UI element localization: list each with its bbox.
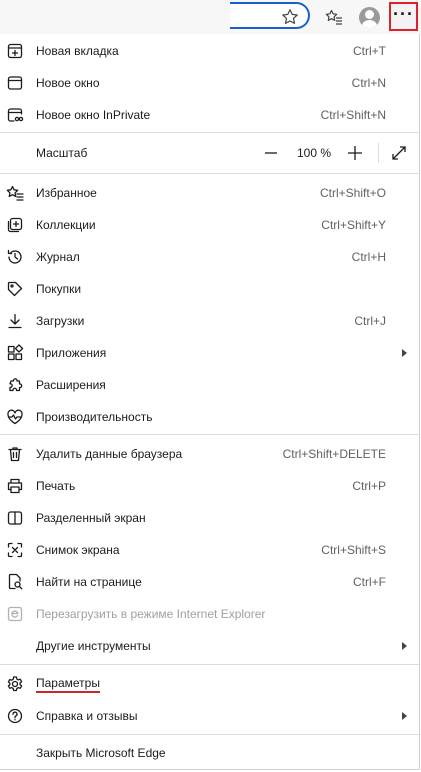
menu-item-label: Перезагрузить в режиме Internet Explorer [36, 607, 266, 621]
gear-icon [6, 675, 24, 693]
zoom-divider [378, 143, 379, 163]
menu-item-clear-browsing-data[interactable]: Удалить данные браузера Ctrl+Shift+DELET… [0, 438, 419, 470]
menu-item-shopping[interactable]: Покупки [0, 273, 419, 305]
settings-menu: Новая вкладка Ctrl+T Новое окно Ctrl+N Н… [0, 34, 420, 770]
shopping-tag-icon [6, 280, 24, 298]
download-icon [6, 312, 24, 330]
menu-item-label: Производительность [36, 410, 153, 424]
find-icon [6, 573, 24, 591]
apps-icon [6, 344, 24, 362]
menu-item-new-inprivate-window[interactable]: Новое окно InPrivate Ctrl+Shift+N [0, 99, 419, 131]
favorites-bar-icon[interactable] [320, 3, 348, 31]
trash-icon [6, 445, 24, 463]
menu-item-label: Приложения [36, 346, 107, 360]
menu-item-extensions[interactable]: Расширения [0, 369, 419, 401]
menu-item-apps[interactable]: Приложения [0, 337, 419, 369]
menu-item-shortcut: Ctrl+Shift+S [321, 543, 386, 557]
split-screen-icon [6, 509, 24, 527]
extensions-icon [6, 376, 24, 394]
menu-item-label: Найти на странице [36, 575, 142, 589]
menu-item-downloads[interactable]: Загрузки Ctrl+J [0, 305, 419, 337]
menu-item-zoom: Масштаб 100 % [0, 137, 419, 169]
settings-and-more-button[interactable]: ··· [389, 2, 418, 31]
menu-item-shortcut: Ctrl+Shift+O [319, 186, 386, 200]
profile-avatar[interactable] [355, 3, 383, 31]
menu-item-favorites[interactable]: Избранное Ctrl+Shift+O [0, 177, 419, 209]
ie-mode-icon [6, 605, 24, 623]
menu-item-shortcut: Ctrl+N [351, 76, 386, 90]
zoom-level: 100 % [297, 146, 332, 160]
help-icon [6, 707, 24, 725]
menu-item-history[interactable]: Журнал Ctrl+H [0, 241, 419, 273]
avatar-icon [358, 6, 380, 28]
menu-item-shortcut: Ctrl+Shift+Y [321, 218, 386, 232]
menu-item-label: Справка и отзывы [36, 709, 138, 723]
history-icon [6, 248, 24, 266]
menu-separator [0, 132, 419, 133]
zoom-in-button[interactable] [346, 144, 364, 162]
menu-item-label: Избранное [36, 186, 97, 200]
menu-item-label: Печать [36, 479, 76, 493]
menu-item-new-tab[interactable]: Новая вкладка Ctrl+T [0, 35, 419, 67]
menu-item-label: Новая вкладка [36, 44, 119, 58]
menu-item-settings[interactable]: Параметры [0, 668, 419, 700]
menu-item-label: Разделенный экран [36, 511, 146, 525]
screenshot-icon [6, 541, 24, 559]
menu-item-label: Загрузки [36, 314, 85, 328]
collections-icon [6, 216, 24, 234]
menu-item-shortcut: Ctrl+F [353, 575, 386, 589]
menu-item-shortcut: Ctrl+Shift+N [320, 108, 386, 122]
new-tab-icon [6, 42, 24, 60]
menu-item-find-on-page[interactable]: Найти на странице Ctrl+F [0, 566, 419, 598]
zoom-out-button[interactable] [263, 145, 279, 161]
menu-item-label: Покупки [36, 282, 82, 296]
printer-icon [6, 477, 24, 495]
menu-item-performance[interactable]: Производительность [0, 401, 419, 433]
submenu-arrow-icon [402, 642, 407, 650]
menu-item-collections[interactable]: Коллекции Ctrl+Shift+Y [0, 209, 419, 241]
menu-separator [0, 173, 419, 174]
menu-item-label: Новое окно InPrivate [36, 108, 151, 122]
menu-item-label: Расширения [36, 378, 106, 392]
add-favorite-star-icon[interactable] [276, 3, 304, 31]
menu-item-more-tools[interactable]: Другие инструменты [0, 630, 419, 662]
menu-item-shortcut: Ctrl+Shift+DELETE [282, 447, 386, 461]
menu-separator [0, 734, 419, 735]
menu-item-label: Снимок экрана [36, 543, 120, 557]
menu-item-help-and-feedback[interactable]: Справка и отзывы [0, 700, 419, 732]
menu-separator [0, 434, 419, 435]
menu-item-label: Другие инструменты [36, 639, 151, 653]
more-dots-icon: ··· [393, 3, 414, 24]
menu-item-close-edge[interactable]: Закрыть Microsoft Edge [0, 737, 419, 769]
menu-item-label: Закрыть Microsoft Edge [36, 746, 166, 760]
menu-item-label: Параметры [36, 676, 100, 693]
menu-separator [0, 664, 419, 665]
new-window-icon [6, 74, 24, 92]
menu-item-label: Коллекции [36, 218, 96, 232]
menu-item-new-window[interactable]: Новое окно Ctrl+N [0, 67, 419, 99]
menu-item-split-screen[interactable]: Разделенный экран [0, 502, 419, 534]
menu-item-shortcut: Ctrl+J [354, 314, 386, 328]
menu-item-label: Журнал [36, 250, 80, 264]
browser-toolbar: ··· [0, 0, 421, 34]
fullscreen-button[interactable] [390, 144, 408, 162]
inprivate-icon [6, 106, 24, 124]
submenu-arrow-icon [402, 712, 407, 720]
menu-item-shortcut: Ctrl+P [352, 479, 386, 493]
submenu-arrow-icon [402, 349, 407, 357]
menu-item-shortcut: Ctrl+H [351, 250, 386, 264]
performance-icon [6, 408, 24, 426]
menu-item-shortcut: Ctrl+T [353, 44, 386, 58]
menu-item-label: Удалить данные браузера [36, 447, 183, 461]
menu-item-screenshot[interactable]: Снимок экрана Ctrl+Shift+S [0, 534, 419, 566]
zoom-label: Масштаб [36, 146, 88, 160]
menu-item-label: Новое окно [36, 76, 100, 90]
favorites-icon [6, 184, 24, 202]
menu-item-reload-ie-mode: Перезагрузить в режиме Internet Explorer [0, 598, 419, 630]
menu-item-print[interactable]: Печать Ctrl+P [0, 470, 419, 502]
